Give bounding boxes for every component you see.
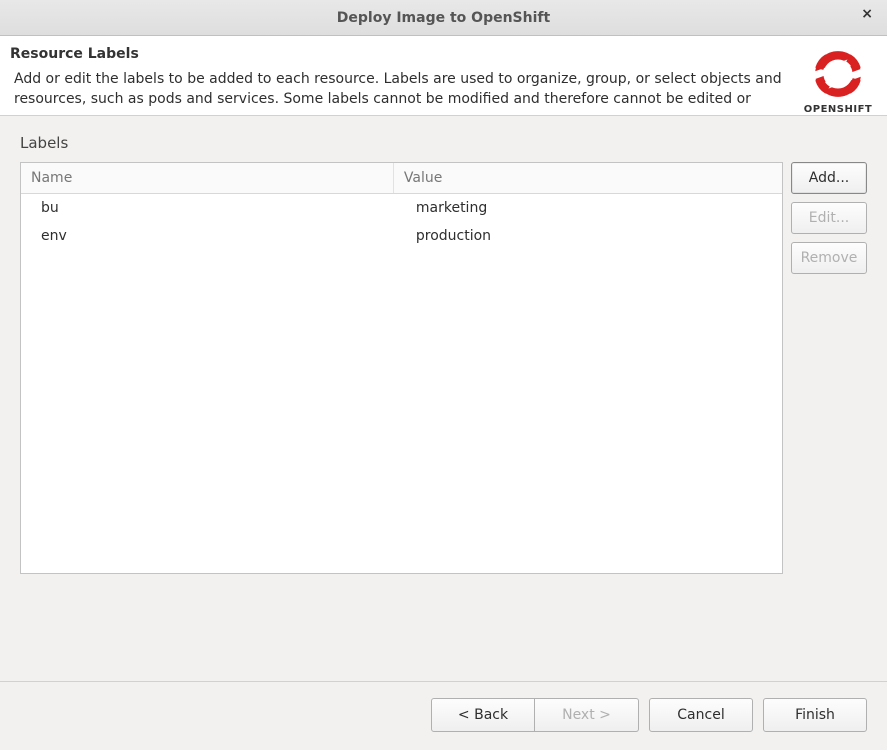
openshift-logo-icon (812, 48, 864, 100)
cell-value: production (394, 222, 782, 250)
next-button[interactable]: Next > (535, 698, 639, 732)
labels-heading: Labels (20, 134, 867, 152)
section-description: Add or edit the labels to be added to ea… (10, 70, 791, 109)
table-header: Name Value (21, 163, 782, 194)
logo-text: OPENSHIFT (804, 104, 872, 115)
header-section: Resource Labels Add or edit the labels t… (0, 36, 887, 116)
window-title: Deploy Image to OpenShift (337, 10, 550, 26)
column-header-name[interactable]: Name (21, 163, 394, 193)
footer: < Back Next > Cancel Finish (0, 681, 887, 750)
labels-table: Name Value bu marketing env production (20, 162, 783, 574)
column-header-value[interactable]: Value (394, 163, 782, 193)
section-title: Resource Labels (10, 46, 791, 62)
remove-button[interactable]: Remove (791, 242, 867, 274)
close-icon[interactable]: × (861, 6, 873, 22)
edit-button[interactable]: Edit... (791, 202, 867, 234)
table-row[interactable]: bu marketing (21, 194, 782, 222)
cancel-button[interactable]: Cancel (649, 698, 753, 732)
finish-button[interactable]: Finish (763, 698, 867, 732)
titlebar: Deploy Image to OpenShift × (0, 0, 887, 36)
header-text: Resource Labels Add or edit the labels t… (10, 46, 791, 109)
content-area: Labels Name Value bu marketing env produ… (0, 116, 887, 681)
cell-name: bu (21, 194, 394, 222)
side-buttons: Add... Edit... Remove (791, 162, 867, 671)
table-body[interactable]: bu marketing env production (21, 194, 782, 573)
add-button[interactable]: Add... (791, 162, 867, 194)
cell-name: env (21, 222, 394, 250)
cell-value: marketing (394, 194, 782, 222)
openshift-logo: OPENSHIFT (801, 46, 875, 115)
back-button[interactable]: < Back (431, 698, 535, 732)
table-row[interactable]: env production (21, 222, 782, 250)
